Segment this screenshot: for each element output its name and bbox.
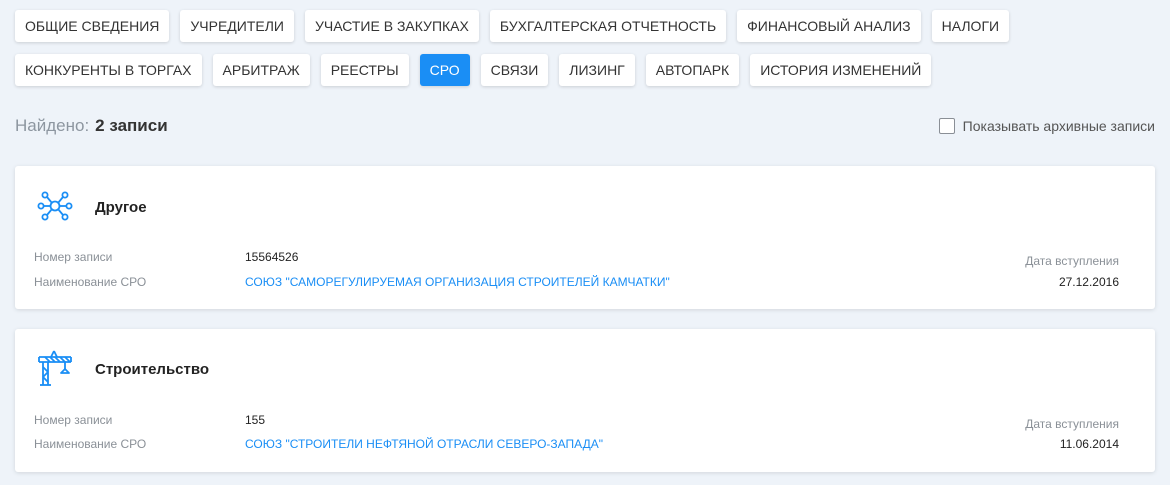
sro-name-label: Наименование СРО	[34, 437, 147, 451]
join-date: 27.12.2016	[1058, 275, 1119, 289]
archive-toggle[interactable]: Показывать архивные записи	[938, 118, 1155, 134]
tab-procurement[interactable]: УЧАСТИЕ В ЗАКУПКАХ	[304, 10, 479, 42]
join-date: 11.06.2014	[1059, 437, 1119, 451]
record-number: 155	[245, 413, 266, 427]
join-date-label: Дата вступления	[1025, 254, 1119, 268]
network-icon	[37, 191, 73, 221]
tab-taxes[interactable]: НАЛОГИ	[931, 10, 1010, 42]
tab-arbitration[interactable]: АРБИТРАЖ	[212, 54, 310, 86]
record-number-label: Номер записи	[34, 250, 113, 264]
sro-record-card: Строительство Номер записи 155 Наименова…	[15, 329, 1155, 472]
record-title: Другое	[95, 199, 147, 216]
found-count: Найдено: 2 записи	[15, 116, 168, 136]
tab-leasing[interactable]: ЛИЗИНГ	[559, 54, 635, 86]
found-number: 2 записи	[95, 116, 168, 135]
record-number: 15564526	[245, 250, 299, 264]
sro-record-card: Другое Номер записи 15564526 Наименовани…	[15, 166, 1155, 309]
tab-vehicles[interactable]: АВТОПАРК	[645, 54, 740, 86]
tab-general[interactable]: ОБЩИЕ СВЕДЕНИЯ	[15, 10, 170, 42]
tab-competitors[interactable]: КОНКУРЕНТЫ В ТОРГАХ	[15, 54, 202, 86]
archive-checkbox[interactable]	[938, 118, 955, 134]
tabs-row-2: КОНКУРЕНТЫ В ТОРГАХ АРБИТРАЖ РЕЕСТРЫ СРО…	[15, 54, 942, 86]
tab-registries[interactable]: РЕЕСТРЫ	[320, 54, 409, 86]
tab-financial-analysis[interactable]: ФИНАНСОВЫЙ АНАЛИЗ	[737, 10, 921, 42]
sro-name-link[interactable]: СОЮЗ "САМОРЕГУЛИРУЕМАЯ ОРГАНИЗАЦИЯ СТРОИ…	[245, 275, 670, 289]
tab-history[interactable]: ИСТОРИЯ ИЗМЕНЕНИЙ	[750, 54, 932, 86]
sro-name-link[interactable]: СОЮЗ "СТРОИТЕЛИ НЕФТЯНОЙ ОТРАСЛИ СЕВЕРО-…	[245, 437, 603, 451]
tab-sro[interactable]: СРО	[419, 54, 470, 86]
crane-icon	[38, 350, 72, 386]
sro-name-label: Наименование СРО	[34, 275, 147, 289]
tabs-row-1: ОБЩИЕ СВЕДЕНИЯ УЧРЕДИТЕЛИ УЧАСТИЕ В ЗАКУ…	[15, 10, 1020, 42]
record-number-label: Номер записи	[34, 413, 113, 427]
tab-founders[interactable]: УЧРЕДИТЕЛИ	[180, 10, 294, 42]
record-title: Строительство	[95, 361, 210, 378]
found-label: Найдено:	[15, 116, 90, 135]
tab-links[interactable]: СВЯЗИ	[480, 54, 549, 86]
join-date-label: Дата вступления	[1025, 417, 1119, 431]
archive-label: Показывать архивные записи	[962, 118, 1155, 134]
tab-accounting[interactable]: БУХГАЛТЕРСКАЯ ОТЧЕТНОСТЬ	[489, 10, 727, 42]
